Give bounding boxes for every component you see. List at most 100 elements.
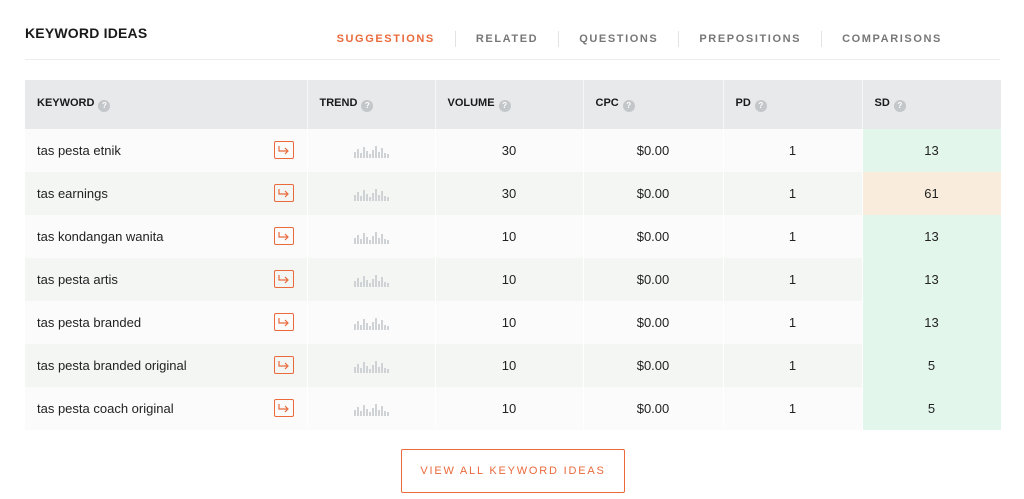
pd-cell: 1 bbox=[723, 215, 863, 258]
pd-cell: 1 bbox=[723, 258, 863, 301]
cpc-cell: $0.00 bbox=[583, 129, 724, 172]
keyword-cell: tas pesta branded bbox=[25, 301, 308, 344]
column-header-sd[interactable]: SD? bbox=[862, 80, 1001, 129]
keyword-cell: tas pesta etnik bbox=[25, 129, 308, 172]
volume-cell: 10 bbox=[435, 301, 584, 344]
trend-bars-icon bbox=[308, 144, 435, 158]
keyword-text[interactable]: tas pesta artis bbox=[37, 272, 118, 287]
cpc-cell: $0.00 bbox=[583, 344, 724, 387]
tab-comparisons[interactable]: COMPARISONS bbox=[821, 31, 962, 47]
keyword-cell: tas earnings bbox=[25, 172, 308, 215]
sd-cell: 13 bbox=[862, 258, 1002, 301]
tab-related[interactable]: RELATED bbox=[454, 31, 558, 47]
keyword-text[interactable]: tas kondangan wanita bbox=[37, 229, 163, 244]
table-row: tas pesta branded original 10 $0.00 1 5 bbox=[25, 344, 1002, 387]
trend-cell bbox=[307, 215, 436, 258]
sd-cell: 13 bbox=[862, 215, 1002, 258]
pd-cell: 1 bbox=[723, 344, 863, 387]
tab-suggestions[interactable]: SUGGESTIONS bbox=[317, 31, 455, 47]
table-body: tas pesta etnik 30 $0.00 1 13 tas earnings 30 $… bbox=[25, 129, 1002, 430]
trend-cell bbox=[307, 172, 436, 215]
trend-cell bbox=[307, 344, 436, 387]
table-row: tas earnings 30 $0.00 1 61 bbox=[25, 172, 1002, 215]
table-row: tas pesta etnik 30 $0.00 1 13 bbox=[25, 129, 1002, 172]
keyword-text[interactable]: tas pesta branded bbox=[37, 315, 141, 330]
sd-cell: 5 bbox=[862, 387, 1002, 430]
table-row: tas pesta artis 10 $0.00 1 13 bbox=[25, 258, 1002, 301]
table-row: tas pesta coach original 10 $0.00 1 5 bbox=[25, 387, 1002, 430]
trend-cell bbox=[307, 129, 436, 172]
keyword-table: KEYWORD? TREND? VOLUME? CPC? PD? SD? tas… bbox=[25, 80, 1002, 430]
section-title: KEYWORD IDEAS bbox=[25, 25, 148, 41]
keyword-cell: tas pesta artis bbox=[25, 258, 308, 301]
tab-questions[interactable]: QUESTIONS bbox=[558, 31, 678, 47]
cpc-cell: $0.00 bbox=[583, 215, 724, 258]
external-arrow-icon[interactable] bbox=[273, 399, 294, 417]
external-arrow-icon[interactable] bbox=[273, 227, 294, 245]
sd-cell: 61 bbox=[862, 172, 1002, 215]
column-label: SD bbox=[874, 97, 890, 109]
keyword-text[interactable]: tas earnings bbox=[37, 186, 108, 201]
help-icon[interactable]: ? bbox=[361, 100, 374, 112]
help-icon[interactable]: ? bbox=[98, 100, 111, 112]
column-header-volume[interactable]: VOLUME? bbox=[435, 80, 584, 129]
keyword-text[interactable]: tas pesta etnik bbox=[37, 143, 121, 158]
sd-cell: 13 bbox=[862, 301, 1002, 344]
pd-cell: 1 bbox=[723, 301, 863, 344]
column-header-pd[interactable]: PD? bbox=[723, 80, 863, 129]
tab-bar: SUGGESTIONS RELATED QUESTIONS PREPOSITIO… bbox=[317, 31, 962, 47]
cpc-cell: $0.00 bbox=[583, 258, 724, 301]
help-icon[interactable]: ? bbox=[498, 100, 511, 112]
trend-bars-icon bbox=[308, 187, 435, 201]
volume-cell: 10 bbox=[435, 258, 584, 301]
external-arrow-icon[interactable] bbox=[273, 356, 294, 374]
volume-cell: 10 bbox=[435, 387, 584, 430]
volume-cell: 30 bbox=[435, 129, 584, 172]
sd-cell: 13 bbox=[862, 129, 1002, 172]
trend-cell bbox=[307, 387, 436, 430]
pd-cell: 1 bbox=[723, 387, 863, 430]
external-arrow-icon[interactable] bbox=[273, 141, 294, 159]
external-arrow-icon[interactable] bbox=[273, 313, 294, 331]
trend-cell bbox=[307, 258, 436, 301]
column-header-keyword[interactable]: KEYWORD? bbox=[25, 80, 308, 129]
keyword-cell: tas pesta coach original bbox=[25, 387, 308, 430]
column-label: TREND bbox=[319, 97, 358, 109]
help-icon[interactable]: ? bbox=[754, 100, 767, 112]
external-arrow-icon[interactable] bbox=[273, 184, 294, 202]
pd-cell: 1 bbox=[723, 172, 863, 215]
volume-cell: 30 bbox=[435, 172, 584, 215]
trend-bars-icon bbox=[308, 402, 435, 416]
pd-cell: 1 bbox=[723, 129, 863, 172]
cpc-cell: $0.00 bbox=[583, 387, 724, 430]
volume-cell: 10 bbox=[435, 344, 584, 387]
view-all-keyword-ideas-button[interactable]: VIEW ALL KEYWORD IDEAS bbox=[401, 449, 625, 493]
column-label: VOLUME bbox=[447, 97, 495, 109]
sd-cell: 5 bbox=[862, 344, 1002, 387]
trend-bars-icon bbox=[308, 359, 435, 373]
keyword-text[interactable]: tas pesta branded original bbox=[37, 358, 187, 373]
trend-cell bbox=[307, 301, 436, 344]
column-label: PD bbox=[735, 97, 751, 109]
table-row: tas kondangan wanita 10 $0.00 1 13 bbox=[25, 215, 1002, 258]
help-icon[interactable]: ? bbox=[893, 100, 906, 112]
column-label: KEYWORD bbox=[37, 97, 95, 109]
keyword-cell: tas kondangan wanita bbox=[25, 215, 308, 258]
trend-bars-icon bbox=[308, 316, 435, 330]
volume-cell: 10 bbox=[435, 215, 584, 258]
cpc-cell: $0.00 bbox=[583, 172, 724, 215]
trend-bars-icon bbox=[308, 273, 435, 287]
tab-prepositions[interactable]: PREPOSITIONS bbox=[678, 31, 821, 47]
column-label: CPC bbox=[595, 97, 619, 109]
cpc-cell: $0.00 bbox=[583, 301, 724, 344]
column-header-cpc[interactable]: CPC? bbox=[583, 80, 724, 129]
keyword-text[interactable]: tas pesta coach original bbox=[37, 401, 174, 416]
keyword-ideas-header: KEYWORD IDEAS SUGGESTIONS RELATED QUESTI… bbox=[25, 0, 1000, 60]
table-row: tas pesta branded 10 $0.00 1 13 bbox=[25, 301, 1002, 344]
trend-bars-icon bbox=[308, 230, 435, 244]
table-header-row: KEYWORD? TREND? VOLUME? CPC? PD? SD? bbox=[25, 80, 1001, 129]
external-arrow-icon[interactable] bbox=[273, 270, 294, 288]
help-icon[interactable]: ? bbox=[622, 100, 635, 112]
keyword-cell: tas pesta branded original bbox=[25, 344, 308, 387]
column-header-trend[interactable]: TREND? bbox=[307, 80, 436, 129]
